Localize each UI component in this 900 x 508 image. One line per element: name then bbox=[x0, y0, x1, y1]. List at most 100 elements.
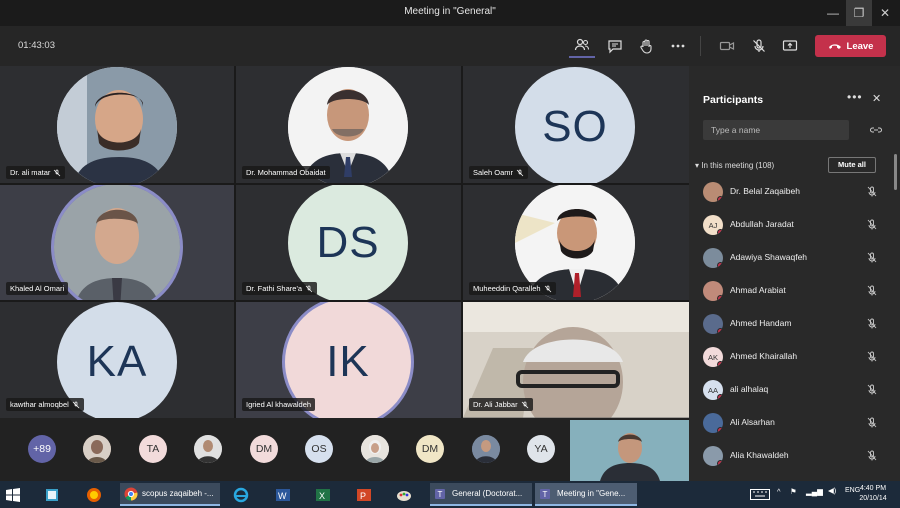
paint-icon bbox=[397, 490, 411, 501]
avatar[interactable]: YA bbox=[527, 435, 555, 463]
participant-name-tag: kawthar almoqbel bbox=[6, 398, 84, 411]
mic-off-icon[interactable] bbox=[867, 450, 877, 461]
participant-name: Muheeddin Qaralleh bbox=[473, 284, 541, 293]
participants-panel: Participants ••• ✕ Type a name ▾ In this… bbox=[689, 66, 900, 481]
close-window-button[interactable]: ✕ bbox=[872, 0, 898, 26]
participant-name: Adawiya Shawaqfeh bbox=[730, 252, 808, 262]
leave-button[interactable]: Leave bbox=[815, 35, 886, 57]
participant-avatar bbox=[703, 314, 723, 334]
self-video-preview[interactable] bbox=[570, 420, 689, 481]
status-badge bbox=[717, 394, 723, 400]
more-participants-button[interactable]: +89 bbox=[28, 435, 56, 463]
network-icon[interactable]: ▂▄▆ bbox=[806, 487, 823, 496]
participant-tile[interactable]: DS Dr. Fathi Share'a bbox=[236, 185, 461, 300]
participant-video[interactable]: Dr. Ali Jabbar bbox=[463, 302, 689, 418]
app-icon[interactable]: X bbox=[315, 483, 331, 506]
more-actions-button[interactable] bbox=[665, 34, 691, 58]
mic-off-icon[interactable] bbox=[867, 285, 877, 296]
app-icon[interactable] bbox=[86, 483, 102, 506]
taskbar-app-teams-general[interactable]: T General (Doctorat... bbox=[430, 483, 532, 506]
clock[interactable]: 4:40 PM 20/10/14 bbox=[858, 484, 888, 504]
app-icon[interactable] bbox=[396, 483, 412, 506]
restore-button[interactable]: ❐ bbox=[846, 0, 872, 26]
participant-search-input[interactable]: Type a name bbox=[703, 120, 849, 140]
mic-off-icon[interactable] bbox=[867, 252, 877, 263]
panel-scrollbar[interactable] bbox=[894, 154, 897, 190]
participant-avatar bbox=[703, 248, 723, 268]
panel-more-icon[interactable]: ••• bbox=[847, 90, 863, 104]
participant-tile[interactable]: Khaled Al Omari bbox=[0, 185, 234, 300]
participant-row[interactable]: Alia Khawaldeh bbox=[703, 444, 883, 468]
mic-off-icon bbox=[72, 401, 80, 408]
avatar[interactable] bbox=[361, 435, 389, 463]
avatar[interactable] bbox=[83, 435, 111, 463]
participant-row[interactable]: AA ali alhalaq bbox=[703, 378, 883, 402]
mic-off-icon[interactable] bbox=[867, 318, 877, 329]
avatar[interactable]: OS bbox=[305, 435, 333, 463]
clock-time: 4:40 PM bbox=[859, 485, 887, 492]
mic-off-icon[interactable] bbox=[867, 417, 877, 428]
mic-off-icon[interactable] bbox=[867, 219, 877, 230]
avatar[interactable] bbox=[472, 435, 500, 463]
participant-row[interactable]: Dr. Belal Zaqaibeh bbox=[703, 180, 883, 204]
raise-hand-button[interactable] bbox=[633, 34, 659, 58]
windows-logo-icon bbox=[6, 487, 20, 502]
avatar[interactable]: TA bbox=[139, 435, 167, 463]
taskbar-app-teams-meeting[interactable]: T Meeting in "Gene... bbox=[535, 483, 637, 506]
camera-toggle-button[interactable] bbox=[714, 34, 740, 58]
app-icon[interactable] bbox=[44, 483, 60, 506]
participant-row[interactable]: Ahmed Handam bbox=[703, 312, 883, 336]
taskbar-app-chrome[interactable]: scopus zaqaibeh -... bbox=[120, 483, 220, 506]
hand-icon bbox=[640, 39, 652, 54]
participant-row[interactable]: AJ Abdullah Jaradat bbox=[703, 213, 883, 237]
show-hidden-icons[interactable]: ^ bbox=[777, 487, 781, 496]
participant-name-tag: Dr. ali matar bbox=[6, 166, 66, 179]
share-screen-button[interactable] bbox=[777, 34, 803, 58]
app-icon[interactable]: P bbox=[356, 483, 372, 506]
participant-row[interactable]: Adawiya Shawaqfeh bbox=[703, 246, 883, 270]
participant-tile[interactable]: SO Saleh Oamr bbox=[463, 66, 689, 183]
avatar[interactable]: DM bbox=[416, 435, 444, 463]
in-meeting-section[interactable]: ▾ In this meeting (108) bbox=[695, 161, 774, 170]
internet-explorer-icon bbox=[233, 487, 249, 502]
hang-up-icon bbox=[828, 44, 841, 49]
start-button[interactable] bbox=[6, 483, 20, 506]
show-participants-button[interactable] bbox=[569, 34, 595, 58]
mic-toggle-button[interactable] bbox=[746, 34, 772, 58]
participant-tile[interactable]: Dr. ali matar bbox=[0, 66, 234, 183]
avatar[interactable]: DM bbox=[250, 435, 278, 463]
participant-tile[interactable]: KA kawthar almoqbel bbox=[0, 302, 234, 418]
app-icon[interactable]: W bbox=[275, 483, 291, 506]
minimize-button[interactable]: — bbox=[820, 0, 846, 26]
powerpoint-icon: P bbox=[357, 488, 371, 501]
mic-off-icon[interactable] bbox=[867, 186, 877, 197]
avatar[interactable] bbox=[194, 435, 222, 463]
window-title: Meeting in "General" bbox=[404, 6, 496, 17]
status-badge bbox=[717, 196, 723, 202]
mute-all-button[interactable]: Mute all bbox=[828, 157, 876, 173]
flag-icon[interactable]: ⚑ bbox=[790, 487, 797, 496]
participant-name: Alia Khawaldeh bbox=[730, 450, 789, 460]
svg-text:W: W bbox=[278, 491, 287, 501]
mic-off-icon bbox=[516, 169, 524, 176]
share-invite-icon[interactable] bbox=[870, 125, 882, 135]
participant-tile[interactable]: IK Igried Al khawaldeh bbox=[236, 302, 461, 418]
mic-off-icon[interactable] bbox=[867, 351, 877, 362]
app-icon[interactable] bbox=[233, 483, 249, 506]
volume-icon[interactable]: ◀) bbox=[828, 486, 836, 495]
svg-text:T: T bbox=[543, 490, 548, 499]
avatar-initials: IK bbox=[326, 337, 370, 386]
participant-row[interactable]: Ali Alsarhan bbox=[703, 411, 883, 435]
keyboard-icon[interactable] bbox=[750, 489, 770, 500]
participant-row[interactable]: Ahmad Arabiat bbox=[703, 279, 883, 303]
in-meeting-count: In this meeting (108) bbox=[701, 161, 775, 170]
participant-avatar bbox=[703, 446, 723, 466]
show-conversation-button[interactable] bbox=[602, 34, 628, 58]
participant-row[interactable]: AK Ahmed Khairallah bbox=[703, 345, 883, 369]
word-icon: W bbox=[276, 488, 290, 501]
status-badge bbox=[717, 328, 723, 334]
mic-off-icon[interactable] bbox=[867, 384, 877, 395]
close-panel-icon[interactable]: ✕ bbox=[872, 92, 881, 105]
participant-tile[interactable]: Muheeddin Qaralleh bbox=[463, 185, 689, 300]
participant-tile[interactable]: Dr. Mohammad Obaidat bbox=[236, 66, 461, 183]
